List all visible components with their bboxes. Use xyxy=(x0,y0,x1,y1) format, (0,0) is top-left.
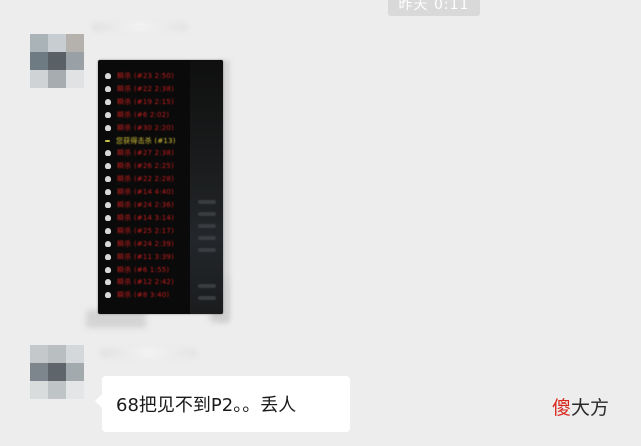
skull-icon xyxy=(105,253,111,260)
kill-feed-row: 瞬杀 (#14 4:40) xyxy=(105,186,174,198)
skull-icon xyxy=(105,85,111,92)
skull-icon xyxy=(105,150,111,157)
kill-feed-row: 瞬杀 (#12 2:42) xyxy=(105,276,174,288)
message-text: 68把见不到P2。。丢人 xyxy=(116,395,297,416)
blurred-hud-text xyxy=(198,248,216,252)
kill-feed-row: 瞬杀 (#24 2:36) xyxy=(105,199,174,211)
kill-feed-text: 瞬杀 (#14 3:14) xyxy=(117,213,175,222)
kill-feed-row: 瞬杀 (#26 2:25) xyxy=(105,160,174,172)
kill-feed-row: 瞬杀 (#25 2:17) xyxy=(105,225,174,237)
skull-icon xyxy=(105,240,111,247)
blurred-hud-text xyxy=(198,236,216,240)
kill-feed-row: 瞬杀 (#22 2:28) xyxy=(105,173,174,185)
kill-feed-row: 瞬杀 (#6 2:02) xyxy=(105,109,169,121)
kill-feed-row: 瞬杀 (#30 2:20) xyxy=(105,122,174,134)
kill-feed-row: 瞬杀 (#14 3:14) xyxy=(105,212,174,224)
skull-icon xyxy=(105,176,111,183)
kill-feed-text: 瞬杀 (#26 2:25) xyxy=(117,162,175,171)
kill-feed-text: 瞬杀 (#30 2:20) xyxy=(117,123,175,132)
avatar[interactable] xyxy=(30,34,84,88)
timestamp: 昨天 0:11 xyxy=(388,0,480,16)
kill-feed-row: 瞬杀 (#19 2:15) xyxy=(105,96,174,108)
kill-feed-text: 瞬杀 (#23 2:50) xyxy=(117,72,175,80)
skull-icon xyxy=(105,189,111,196)
watermark-accent: 傻 xyxy=(552,397,572,419)
watermark-rest: 大方 xyxy=(571,397,610,419)
skull-icon xyxy=(105,279,111,286)
message-bubble[interactable]: 68把见不到P2。。丢人 xyxy=(95,376,350,432)
skull-icon xyxy=(105,227,111,234)
kill-feed-text: 瞬杀 (#24 2:39) xyxy=(117,239,175,248)
blurred-hud-panel xyxy=(190,60,223,314)
blurred-hud-text xyxy=(198,296,216,300)
kill-feed-row: 瞬杀 (#27 2:38) xyxy=(105,147,174,159)
skull-icon xyxy=(105,266,111,273)
kill-feed-text: 瞬杀 (#24 2:36) xyxy=(117,201,175,209)
skull-icon xyxy=(105,111,111,118)
sender-name-blurred xyxy=(92,22,188,32)
skull-icon xyxy=(105,202,111,208)
kill-feed-row: 瞬杀 (#11 3:39) xyxy=(105,251,174,263)
blurred-hud-text xyxy=(198,200,216,204)
kill-feed-text: 您获得击杀 (#13) xyxy=(116,136,176,145)
kill-feed-row: 瞬杀 (#8 3:40) xyxy=(105,289,169,301)
kill-feed-text: 瞬杀 (#11 3:39) xyxy=(117,252,175,261)
sender-name-blurred xyxy=(100,348,198,358)
kill-feed-row: 瞬杀 (#23 2:50) xyxy=(105,70,174,82)
blurred-hud-text xyxy=(198,224,216,228)
skull-icon xyxy=(105,124,111,131)
kill-feed-text: 瞬杀 (#8 3:40) xyxy=(117,291,170,300)
kill-feed-text: 瞬杀 (#22 2:28) xyxy=(117,175,175,184)
kill-feed-text: 瞬杀 (#6 1:55) xyxy=(117,265,170,274)
kill-feed-text: 瞬杀 (#14 4:40) xyxy=(117,188,175,197)
kill-feed-row: 瞬杀 (#24 2:39) xyxy=(105,238,174,250)
kill-feed-row: 瞬杀 (#22 2:38) xyxy=(105,83,174,95)
skull-icon xyxy=(105,73,111,79)
watermark: 傻大方 xyxy=(552,393,609,420)
kill-feed-text: 瞬杀 (#6 2:02) xyxy=(117,110,170,119)
kill-feed-text: 瞬杀 (#25 2:17) xyxy=(117,226,175,235)
kill-feed-text: 瞬杀 (#19 2:15) xyxy=(117,97,175,106)
blurred-hud-text xyxy=(198,284,216,288)
kill-feed-row: 您获得击杀 (#13) xyxy=(105,135,176,147)
avatar[interactable] xyxy=(30,345,84,399)
game-screenshot-image[interactable]: 瞬杀 (#23 2:50) 瞬杀 (#22 2:38) 瞬杀 (#19 2:15) 瞬… xyxy=(98,60,223,314)
skull-icon xyxy=(105,214,111,221)
skull-icon xyxy=(105,98,111,105)
kill-feed-text: 瞬杀 (#12 2:42) xyxy=(117,278,175,287)
blurred-hud-text xyxy=(198,212,216,216)
kill-feed-text: 瞬杀 (#27 2:38) xyxy=(117,149,175,158)
kill-feed-text: 瞬杀 (#22 2:38) xyxy=(117,84,175,93)
skull-icon xyxy=(105,163,111,170)
kill-feed-row: 瞬杀 (#6 1:55) xyxy=(105,264,169,276)
dash-icon xyxy=(105,139,110,142)
skull-icon xyxy=(105,292,111,299)
